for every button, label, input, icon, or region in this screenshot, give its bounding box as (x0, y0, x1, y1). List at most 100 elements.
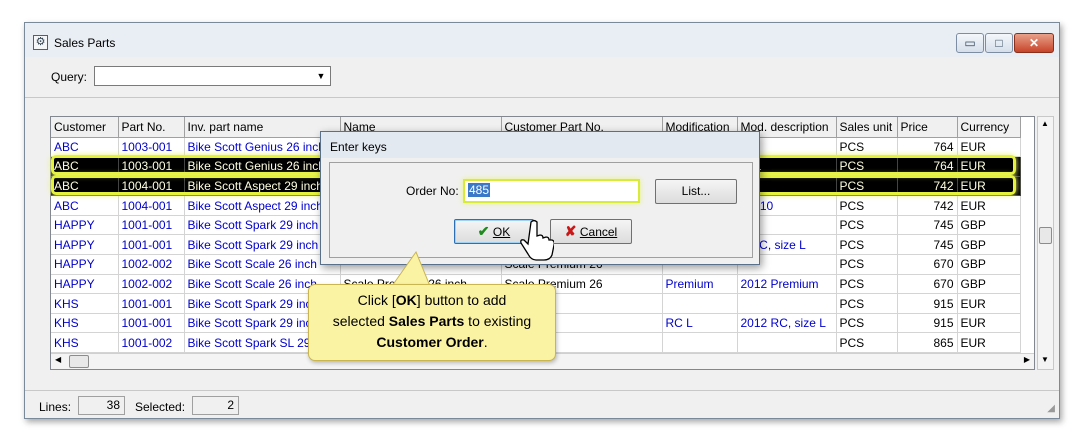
chevron-down-icon[interactable]: ▼ (314, 69, 328, 83)
divider (25, 97, 1059, 98)
cross-icon: ✘ (564, 223, 577, 239)
cell-customer: ABC (51, 176, 119, 197)
lines-label: Lines: (39, 400, 72, 414)
cell-currency: EUR (957, 156, 1021, 177)
cell-sales-unit: PCS (836, 332, 898, 354)
callout-line-1: Click [OK] button to add (309, 290, 555, 311)
cell-customer: KHS (51, 293, 119, 314)
cancel-label: Cancel (579, 225, 618, 239)
cell-part-no: 1001-001 (118, 313, 185, 334)
scroll-thumb[interactable] (69, 355, 89, 368)
cell-modification (662, 332, 738, 354)
cell-modification: RC L (662, 313, 738, 334)
cell-customer: HAPPY (51, 234, 119, 256)
cell-modification (662, 293, 738, 314)
cell-sales-unit: PCS (836, 195, 898, 216)
column-header-currency[interactable]: Currency (957, 117, 1021, 138)
minimize-button[interactable]: ▭ (956, 33, 984, 53)
callout-emphasis: Sales Parts (388, 313, 465, 329)
cell-customer: ABC (51, 156, 119, 177)
cell-sales-unit: PCS (836, 234, 898, 256)
cell-currency: GBP (957, 215, 1021, 236)
list-button[interactable]: List... (655, 179, 737, 204)
cell-part-no: 1004-001 (118, 176, 185, 197)
cell-customer: ABC (51, 195, 119, 216)
order-no-input[interactable]: 485 (463, 179, 640, 203)
column-header-customer[interactable]: Customer (51, 117, 119, 138)
scroll-left-icon[interactable]: ◀ (55, 355, 61, 364)
cell-price: 764 (897, 156, 958, 177)
cell-customer: HAPPY (51, 254, 119, 275)
cell-currency: EUR (957, 293, 1021, 314)
cell-customer: KHS (51, 313, 119, 334)
cell-price: 745 (897, 215, 958, 236)
cell-inv-part-name: Bike Scott Genius 26 inch (184, 137, 341, 158)
query-label: Query: (51, 70, 88, 84)
cell-currency: EUR (957, 137, 1021, 158)
order-no-label: Order No: (406, 184, 459, 198)
cell-sales-unit: PCS (836, 137, 898, 158)
cell-part-no: 1002-002 (118, 274, 185, 295)
cell-currency: EUR (957, 176, 1021, 197)
cell-customer: ABC (51, 137, 119, 158)
cell-inv-part-name: Bike Scott Genius 26 inch (184, 156, 341, 177)
column-header-sales-unit[interactable]: Sales unit (836, 117, 898, 138)
cell-customer: HAPPY (51, 215, 119, 236)
cell-currency: GBP (957, 254, 1021, 275)
hand-cursor-icon (520, 219, 554, 261)
cell-part-no: 1001-001 (118, 215, 185, 236)
callout-text: Click [ (357, 292, 396, 308)
cell-part-no: 1003-001 (118, 137, 185, 158)
column-header-part-no[interactable]: Part No. (118, 117, 185, 138)
cell-part-no: 1001-002 (118, 332, 185, 354)
scroll-up-icon[interactable]: ▲ (1041, 119, 1049, 128)
cell-inv-part-name: Bike Scott Spark 29 inch (184, 215, 341, 236)
close-button[interactable]: ✕ (1014, 33, 1054, 53)
cell-sales-unit: PCS (836, 274, 898, 295)
cell-currency: GBP (957, 274, 1021, 295)
callout-text: ] button to add (416, 292, 507, 308)
cell-sales-unit: PCS (836, 254, 898, 275)
scroll-down-icon[interactable]: ▼ (1041, 355, 1049, 364)
cell-currency: EUR (957, 332, 1021, 354)
title-bar[interactable]: ⚙ Sales Parts ▭ □ ✕ (25, 23, 1059, 57)
cell-price: 915 (897, 313, 958, 334)
vertical-scrollbar[interactable]: ▲ ▼ (1037, 116, 1054, 370)
column-header-price[interactable]: Price (897, 117, 958, 138)
cell-currency: GBP (957, 234, 1021, 256)
app-icon: ⚙ (33, 35, 48, 50)
query-select[interactable]: ▼ (94, 66, 331, 86)
selected-label: Selected: (135, 400, 186, 414)
cell-inv-part-name: Bike Scott Aspect 29 inch (184, 176, 341, 197)
cell-inv-part-name: Bike Scott Spark 29 inch (184, 234, 341, 256)
cell-price: 670 (897, 254, 958, 275)
cell-mod-description (737, 293, 837, 314)
cell-price: 745 (897, 234, 958, 256)
callout-line-3: Customer Order. (309, 332, 555, 353)
cell-price: 670 (897, 274, 958, 295)
cell-part-no: 1002-002 (118, 254, 185, 275)
cell-sales-unit: PCS (836, 156, 898, 177)
status-bar: Lines: 38 Selected: 2 ◢ (25, 390, 1059, 418)
maximize-button[interactable]: □ (985, 33, 1013, 53)
scroll-thumb[interactable] (1039, 227, 1052, 244)
window-title: Sales Parts (54, 36, 116, 50)
selected-count: 2 (192, 396, 239, 415)
instruction-callout: Click [OK] button to add selected Sales … (308, 284, 556, 361)
callout-line-2: selected Sales Parts to existing (309, 311, 555, 332)
callout-emphasis: Customer Order (376, 334, 484, 350)
order-no-value: 485 (468, 183, 491, 197)
cancel-button[interactable]: ✘ Cancel (550, 219, 632, 244)
callout-text: selected (332, 313, 389, 329)
column-header-inv-part-name[interactable]: Inv. part name (184, 117, 341, 138)
cell-mod-description: 2012 Premium (737, 274, 837, 295)
resize-grip-icon[interactable]: ◢ (1047, 403, 1055, 414)
cell-sales-unit: PCS (836, 176, 898, 197)
cell-part-no: 1001-001 (118, 293, 185, 314)
cell-part-no: 1003-001 (118, 156, 185, 177)
scroll-right-icon[interactable]: ▶ (1024, 355, 1030, 364)
callout-emphasis: OK (395, 292, 417, 308)
cell-customer: KHS (51, 332, 119, 354)
cell-inv-part-name: Bike Scott Aspect 29 inch (184, 195, 341, 216)
callout-text: to existing (464, 313, 532, 329)
